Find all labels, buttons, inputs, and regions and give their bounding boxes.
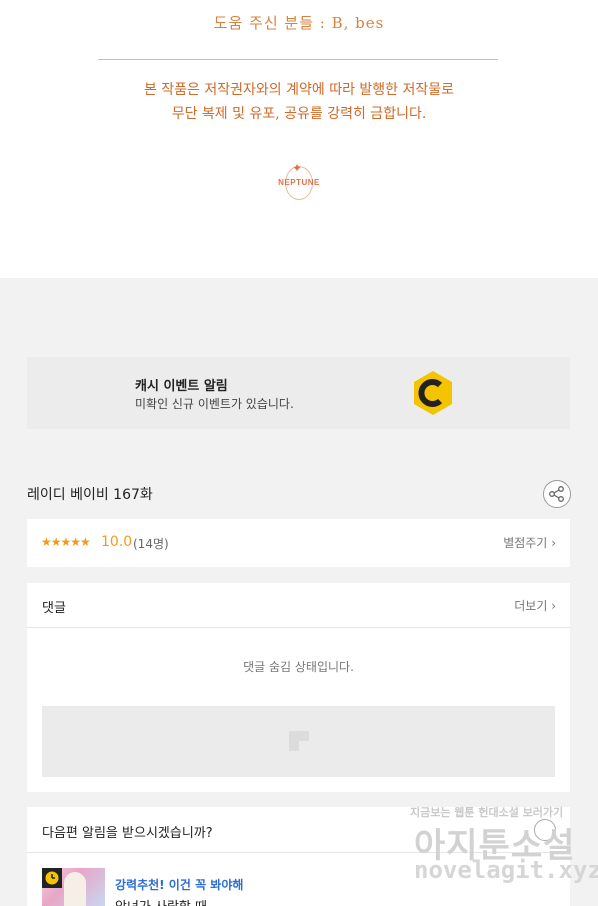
logo-text: NEPTUNE — [278, 178, 320, 187]
comments-label: 댓글 — [42, 601, 66, 616]
comments-more-button[interactable]: 더보기 › — [514, 597, 556, 614]
image-placeholder-icon — [289, 731, 309, 751]
share-button[interactable] — [543, 480, 571, 508]
notice-line-2: 무단 복제 및 유포, 공유를 강력히 금합니다. — [171, 106, 427, 122]
notification-toggle[interactable] — [534, 819, 556, 841]
ad-placeholder[interactable] — [42, 706, 555, 777]
helpers-credit: 도움 주신 분들 : B, bes — [213, 14, 385, 32]
episode-title: 레이디 베이비 167화 — [27, 487, 153, 503]
recommendation-tag[interactable]: 강력추천! 이건 꼭 봐야해 — [115, 876, 243, 893]
next-episode-header: 다음편 알림을 받으시겠습니까? — [27, 807, 570, 853]
rate-button-label: 별점주기 — [503, 536, 548, 550]
chevron-right-icon: › — [551, 536, 556, 550]
rate-button[interactable]: 별점주기 › — [503, 534, 556, 551]
rating-score: 10.0 — [101, 534, 133, 550]
chevron-right-icon: › — [551, 599, 556, 613]
credits-section: 도움 주신 분들 : B, bes 본 작품은 저작권자와의 계약에 따라 발행… — [0, 0, 598, 278]
recommendation-title[interactable]: 악녀가 사랑할 때 — [115, 896, 207, 906]
cash-event-title: 캐시 이벤트 알림 — [135, 379, 228, 394]
comments-hidden-message: 댓글 숨김 상태입니다. — [243, 660, 354, 674]
rating-count: (14명) — [133, 537, 169, 551]
divider — [98, 59, 498, 60]
cash-event-description: 미확인 신규 이벤트가 있습니다. — [135, 397, 294, 411]
neptune-logo: ✦ NEPTUNE — [273, 162, 325, 200]
comments-header: 댓글 더보기 › — [27, 583, 570, 628]
next-episode-card: 다음편 알림을 받으시겠습니까? 강력추천! 이건 꼭 봐야해 악녀가 사랑할 … — [27, 807, 570, 906]
comments-card: 댓글 더보기 › 댓글 숨김 상태입니다. — [27, 583, 570, 792]
share-icon — [549, 486, 564, 502]
cash-coin-icon — [414, 371, 452, 415]
sparkle-icon: ✦ — [292, 161, 303, 175]
next-episode-question: 다음편 알림을 받으시겠습니까? — [42, 826, 213, 841]
rating-stars: ★★★★★ — [41, 535, 91, 549]
rating-card: ★★★★★ 10.0 (14명) 별점주기 › — [27, 519, 570, 567]
cash-event-banner[interactable]: 캐시 이벤트 알림 미확인 신규 이벤트가 있습니다. — [27, 357, 570, 429]
notice-line-1: 본 작품은 저작권자와의 계약에 따라 발행한 저작물로 — [143, 82, 455, 98]
more-button-label: 더보기 — [514, 599, 548, 613]
clock-badge-icon — [42, 868, 62, 888]
copyright-notice: 본 작품은 저작권자와의 계약에 따라 발행한 저작물로 무단 복제 및 유포,… — [0, 78, 598, 126]
